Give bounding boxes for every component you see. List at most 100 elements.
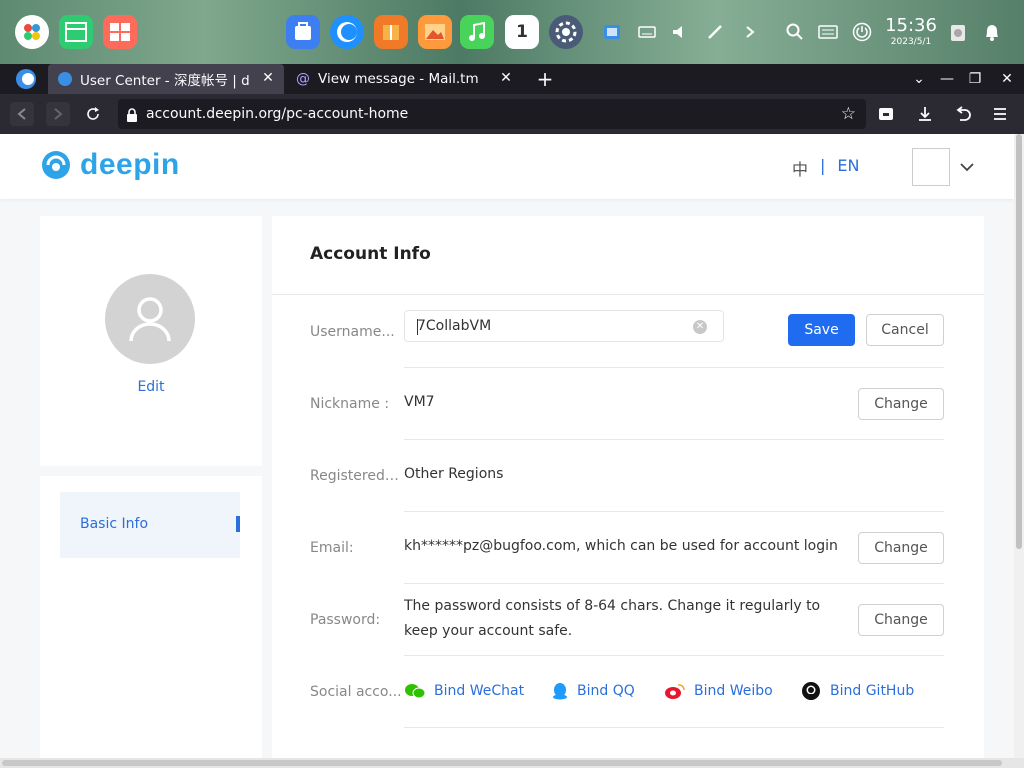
multitask-view-icon[interactable] (59, 15, 93, 49)
edit-avatar-link[interactable]: Edit (40, 379, 262, 395)
tab-bar: User Center - 深度帐号 | d ✕ @ View message … (0, 64, 1024, 94)
scrollbar-thumb[interactable] (1016, 134, 1022, 549)
reload-icon[interactable] (81, 102, 105, 126)
qq-icon (551, 680, 569, 702)
chevron-right-icon[interactable] (740, 22, 760, 42)
workspace-icon[interactable] (103, 15, 137, 49)
divider (404, 727, 944, 728)
screen-capture-icon[interactable] (602, 22, 622, 42)
text-cursor-icon (417, 319, 418, 335)
downloads-icon[interactable] (913, 102, 937, 126)
onscreen-keyboard-icon[interactable] (818, 22, 838, 42)
volume-icon[interactable] (670, 22, 690, 42)
language-switcher: 中 | EN (792, 156, 859, 180)
app-store-icon[interactable] (286, 15, 320, 49)
clear-input-icon[interactable]: ✕ (693, 320, 707, 334)
save-button[interactable]: Save (788, 314, 855, 346)
username-input-value: 7CollabVM (417, 318, 492, 334)
active-indicator (236, 516, 240, 532)
deepin-logo[interactable]: deepin (40, 148, 180, 182)
pocket-icon[interactable] (874, 102, 898, 126)
account-info-card: Account Info Username... 7CollabVM ✕ Sav… (272, 216, 984, 758)
forward-icon[interactable] (46, 102, 70, 126)
weibo-icon (664, 680, 686, 702)
tab-user-center[interactable]: User Center - 深度帐号 | d ✕ (48, 64, 284, 94)
logo-text: deepin (80, 148, 180, 181)
horizontal-scrollbar[interactable] (0, 758, 1024, 768)
bind-wechat-label: Bind WeChat (434, 683, 525, 699)
close-tab-icon[interactable]: ✕ (498, 70, 514, 86)
back-icon[interactable] (10, 102, 34, 126)
bind-wechat-link[interactable]: Bind WeChat (404, 680, 524, 702)
address-bar[interactable]: account.deepin.org/pc-account-home ☆ (118, 99, 866, 129)
profile-card: Edit (40, 216, 262, 466)
tab-mail[interactable]: @ View message - Mail.tm ✕ (286, 64, 522, 94)
github-icon (800, 680, 822, 702)
site-header: deepin 中 | EN (0, 134, 1014, 199)
close-window-icon[interactable]: ✕ (998, 70, 1016, 88)
change-password-button[interactable]: Change (858, 604, 944, 636)
wechat-icon (404, 680, 426, 702)
bind-weibo-link[interactable]: Bind Weibo (664, 680, 773, 702)
email-row: Email: kh******pz@bugfoo.com, which can … (310, 512, 944, 584)
new-tab-icon[interactable]: + (536, 69, 554, 89)
username-input[interactable]: 7CollabVM ✕ (404, 310, 724, 342)
password-row: Password: The password consists of 8-64 … (310, 584, 944, 656)
list-tabs-icon[interactable]: ⌄ (910, 70, 928, 88)
music-icon[interactable] (460, 15, 494, 49)
power-icon[interactable] (852, 22, 872, 42)
notification-bell-icon[interactable] (982, 22, 1002, 42)
image-viewer-icon[interactable] (418, 15, 452, 49)
change-email-button[interactable]: Change (858, 532, 944, 564)
browser-icon[interactable] (330, 15, 364, 49)
social-accounts-row: Social acco... Bind WeChat Bind QQ Bind … (310, 656, 944, 728)
archive-manager-icon[interactable] (374, 15, 408, 49)
mail-favicon: @ (296, 71, 310, 87)
change-nickname-button[interactable]: Change (858, 388, 944, 420)
nickname-label: Nickname : (310, 396, 390, 412)
undo-icon[interactable] (951, 102, 975, 126)
clock[interactable]: 15:36 2023/5/1 (884, 16, 938, 48)
bookmark-star-icon[interactable]: ☆ (841, 104, 856, 124)
username-label: Username... (310, 324, 395, 340)
chevron-down-icon[interactable] (958, 158, 976, 176)
lang-zh[interactable]: 中 (792, 156, 808, 180)
vertical-scrollbar[interactable] (1014, 134, 1024, 758)
lang-en[interactable]: EN (837, 156, 859, 180)
pen-icon[interactable] (705, 22, 725, 42)
password-label: Password: (310, 612, 381, 628)
close-tab-icon[interactable]: ✕ (260, 70, 276, 86)
scrollbar-thumb[interactable] (2, 760, 1002, 766)
nickname-row: Nickname : VM7 Change (310, 368, 944, 440)
menu-item-label: Basic Info (80, 516, 149, 532)
calendar-day: 1 (516, 22, 528, 42)
registered-label: Registered ... (310, 468, 402, 484)
cancel-button[interactable]: Cancel (866, 314, 944, 346)
menu-item-basic-info[interactable]: Basic Info (60, 492, 240, 558)
nickname-value: VM7 (404, 394, 435, 410)
trash-icon[interactable] (948, 22, 968, 42)
settings-icon[interactable] (549, 15, 583, 49)
page-content: deepin 中 | EN Edit Basic Info Account In… (0, 134, 1014, 758)
bind-github-link[interactable]: Bind GitHub (800, 680, 914, 702)
minimize-icon[interactable]: — (938, 70, 956, 88)
maximize-icon[interactable]: ❐ (966, 70, 984, 88)
user-avatar-image[interactable] (912, 148, 950, 186)
divider (272, 294, 984, 295)
calendar-icon[interactable]: 1 (505, 15, 539, 49)
lang-separator: | (820, 156, 826, 175)
clock-date: 2023/5/1 (890, 37, 932, 47)
clock-time: 15:36 (885, 15, 937, 36)
search-icon[interactable] (785, 22, 805, 42)
firefox-view-icon[interactable] (14, 67, 38, 91)
email-label: Email: (310, 540, 354, 556)
username-row: Username... 7CollabVM ✕ Save Cancel (310, 296, 944, 368)
bind-qq-link[interactable]: Bind QQ (551, 680, 635, 702)
avatar[interactable] (105, 274, 195, 364)
launcher-icon[interactable] (15, 15, 49, 49)
bind-weibo-label: Bind Weibo (694, 683, 773, 699)
page-title: Account Info (310, 244, 431, 264)
keyboard-icon[interactable] (637, 22, 657, 42)
tab-title: View message - Mail.tm (318, 71, 479, 87)
hamburger-menu-icon[interactable] (988, 102, 1012, 126)
